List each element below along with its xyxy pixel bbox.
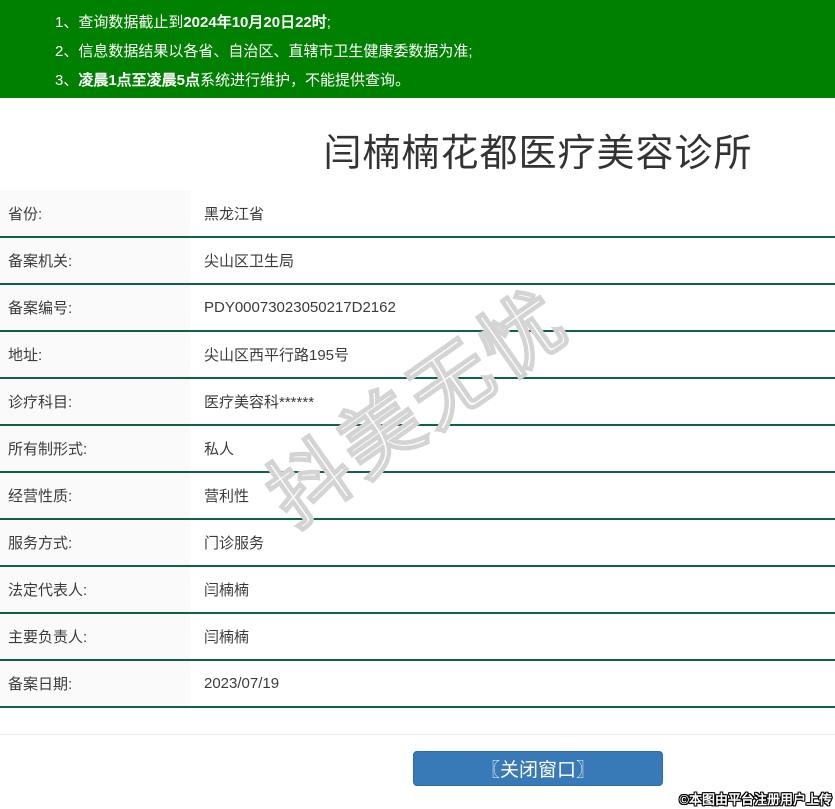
row-label: 地址: — [0, 332, 190, 377]
row-value: 私人 — [204, 441, 235, 458]
row-label: 服务方式: — [0, 520, 190, 565]
result-content: 闫楠楠花都医疗美容诊所 省份: 黑龙江省 备案机关: 尖山区卫生局 备案编号: … — [0, 98, 835, 786]
row-value: 尖山区西平行路195号 — [204, 347, 350, 364]
table-row: 主要负责人: 闫楠楠 — [0, 614, 835, 661]
table-row: 省份: 黑龙江省 — [0, 191, 835, 238]
page-title: 闫楠楠花都医疗美容诊所 — [323, 133, 753, 175]
close-window-button[interactable]: 〖关闭窗口〗 — [413, 751, 663, 786]
record-table: 省份: 黑龙江省 备案机关: 尖山区卫生局 备案编号: PDY000730230… — [0, 191, 835, 708]
table-row: 备案日期: 2023/07/19 — [0, 661, 835, 708]
notice-text: 2、信息数据结果以各省、自治区、直辖市卫生健康委数据为准; — [55, 43, 473, 60]
notice-line-3: 3、凌晨1点至凌晨5点系统进行维护，不能提供查询。 — [55, 66, 835, 95]
row-label: 省份: — [0, 191, 190, 236]
table-row: 地址: 尖山区西平行路195号 — [0, 332, 835, 379]
notice-text: 3、 — [55, 72, 79, 89]
table-row: 法定代表人: 闫楠楠 — [0, 567, 835, 614]
table-row: 备案机关: 尖山区卫生局 — [0, 238, 835, 285]
row-value: 闫楠楠 — [204, 629, 250, 646]
table-row: 所有制形式: 私人 — [0, 426, 835, 473]
notice-text-bold: 2024年10月20日22时 — [183, 14, 327, 31]
row-label: 备案编号: — [0, 285, 190, 330]
notice-text: 1、查询数据截止到 — [55, 14, 184, 31]
notice-line-2: 2、信息数据结果以各省、自治区、直辖市卫生健康委数据为准; — [55, 37, 835, 66]
row-value: 门诊服务 — [204, 535, 265, 552]
footer-area: 〖关闭窗口〗 — [0, 734, 835, 786]
button-wrap: 〖关闭窗口〗 — [0, 751, 835, 786]
row-label: 主要负责人: — [0, 614, 190, 659]
title-wrap: 闫楠楠花都医疗美容诊所 — [0, 98, 835, 191]
row-value: 2023/07/19 — [204, 675, 280, 692]
table-row: 经营性质: 营利性 — [0, 473, 835, 520]
table-row: 备案编号: PDY00073023050217D2162 — [0, 285, 835, 332]
notice-text-bold: 凌晨1点至凌晨5点 — [78, 72, 201, 89]
row-label: 经营性质: — [0, 473, 190, 518]
row-label: 所有制形式: — [0, 426, 190, 471]
notice-line-1: 1、查询数据截止到2024年10月20日22时; — [55, 8, 835, 37]
row-value: 医疗美容科****** — [204, 394, 315, 411]
table-row: 诊疗科目: 医疗美容科****** — [0, 379, 835, 426]
upload-credit-text: ©本图由平台注册用户上传 — [679, 792, 832, 807]
row-value: 营利性 — [204, 488, 250, 505]
row-label: 法定代表人: — [0, 567, 190, 612]
notice-text: 系统进行维护，不能提供查询。 — [200, 72, 411, 89]
footer-divider — [0, 734, 835, 735]
row-value: 尖山区卫生局 — [204, 253, 295, 270]
row-value: PDY00073023050217D2162 — [204, 299, 396, 316]
row-label: 备案机关: — [0, 238, 190, 283]
row-label: 备案日期: — [0, 661, 190, 706]
table-row: 服务方式: 门诊服务 — [0, 520, 835, 567]
row-value: 黑龙江省 — [204, 206, 265, 223]
row-value: 闫楠楠 — [204, 582, 250, 599]
notice-banner: 1、查询数据截止到2024年10月20日22时; 2、信息数据结果以各省、自治区… — [0, 0, 835, 98]
notice-text: ; — [326, 14, 331, 31]
row-label: 诊疗科目: — [0, 379, 190, 424]
